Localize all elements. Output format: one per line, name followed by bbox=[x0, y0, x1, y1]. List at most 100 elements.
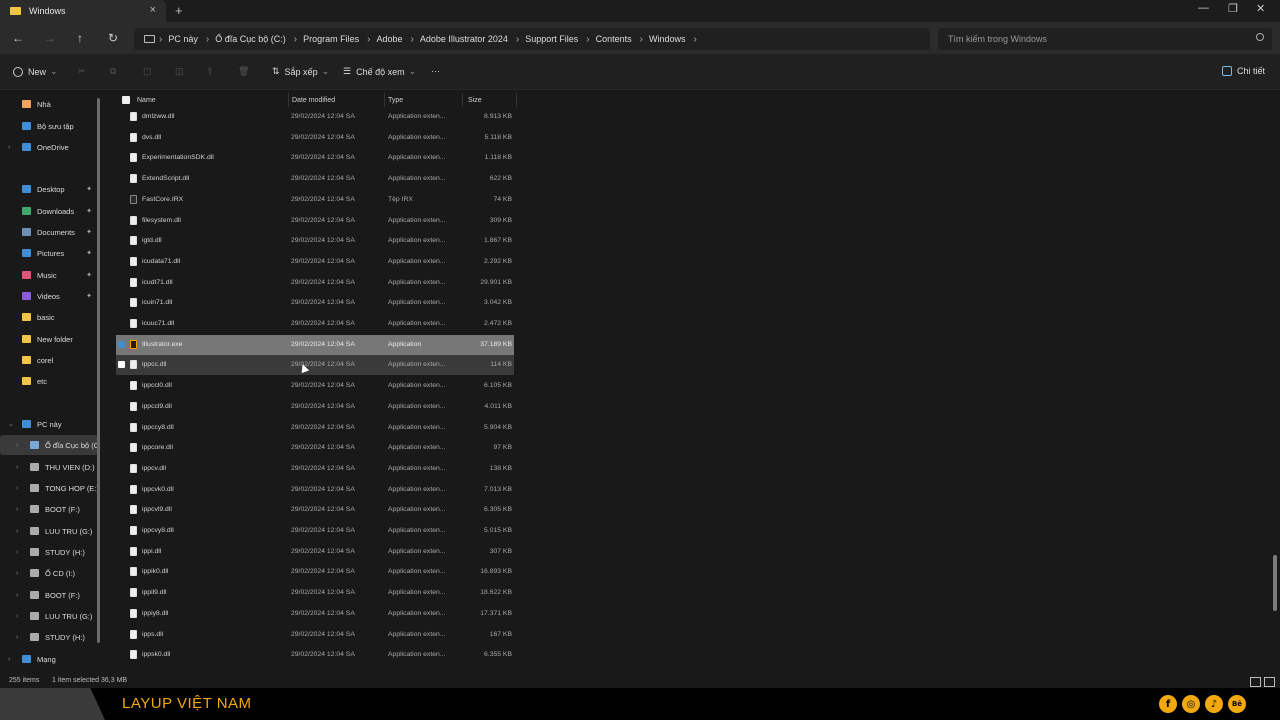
row-checkbox[interactable] bbox=[118, 361, 125, 369]
sidebar-item-etc[interactable]: etc bbox=[0, 371, 98, 391]
sidebar-item-desktop[interactable]: Desktop ✦ bbox=[0, 179, 98, 199]
table-row[interactable]: ippiy8.dll 29/02/2024 12:04 SA Application… bbox=[116, 604, 514, 624]
sidebar-item-boot-f-[interactable]: › BOOT (F:) bbox=[0, 499, 98, 519]
table-row[interactable]: ippccl0.dll 29/02/2024 12:04 SA Applicatio… bbox=[116, 376, 514, 396]
select-all-checkbox[interactable] bbox=[122, 93, 130, 107]
breadcrumb-item[interactable]: PC này bbox=[168, 34, 198, 44]
table-row[interactable]: icuin71.dll 29/02/2024 12:04 SA Applicatio… bbox=[116, 293, 514, 313]
table-row[interactable]: ippcore.dll 29/02/2024 12:04 SA Applicatio… bbox=[116, 438, 514, 458]
breadcrumb-item[interactable]: Ổ đĩa Cục bộ (C:) bbox=[215, 34, 286, 44]
table-row[interactable]: ExtendScript.dll 29/02/2024 12:04 SA Appli… bbox=[116, 169, 514, 189]
instagram-icon[interactable]: ◎ bbox=[1182, 695, 1200, 713]
chevron-right-icon[interactable]: › bbox=[16, 528, 18, 535]
close-button[interactable]: ✕ bbox=[1256, 2, 1265, 15]
breadcrumb[interactable]: › PC này › Ổ đĩa Cục bộ (C:) › Program Files ›… bbox=[134, 28, 930, 50]
sidebar-item-new-folder[interactable]: New folder bbox=[0, 329, 98, 349]
details-view-button[interactable] bbox=[1250, 677, 1261, 687]
table-row[interactable]: ippcvl9.dll 29/02/2024 12:04 SA Applicatio… bbox=[116, 500, 514, 520]
column-divider[interactable] bbox=[462, 93, 463, 107]
breadcrumb-separator-icon[interactable]: › bbox=[693, 34, 696, 45]
sidebar-item-corel[interactable]: corel bbox=[0, 350, 98, 370]
table-row[interactable]: ippcc.dll 29/02/2024 12:04 SA Application … bbox=[116, 355, 514, 376]
row-checkbox[interactable] bbox=[118, 340, 125, 348]
breadcrumb-separator-icon[interactable]: › bbox=[206, 34, 209, 45]
sidebar-item-thu-vien-d-[interactable]: › THU VIEN (D:) bbox=[0, 457, 98, 477]
breadcrumb-item[interactable]: Adobe Illustrator 2024 bbox=[420, 34, 508, 44]
table-row[interactable]: ippcvy8.dll 29/02/2024 12:04 SA Applicatio… bbox=[116, 521, 514, 541]
breadcrumb-item[interactable]: Contents bbox=[596, 34, 632, 44]
new-button[interactable]: New ⌄ bbox=[13, 66, 58, 77]
column-header-size[interactable]: Size bbox=[468, 93, 482, 107]
column-divider[interactable] bbox=[516, 93, 517, 107]
up-icon[interactable]: ↑ bbox=[77, 31, 83, 45]
chevron-right-icon[interactable]: › bbox=[16, 464, 18, 471]
back-icon[interactable]: ← bbox=[12, 31, 24, 45]
breadcrumb-separator-icon[interactable]: › bbox=[640, 34, 643, 45]
table-row[interactable]: ExperimentationSDK.dll 29/02/2024 12:04 S… bbox=[116, 148, 514, 168]
breadcrumb-separator-icon[interactable]: › bbox=[367, 34, 370, 45]
rename-icon[interactable]: ◫ bbox=[175, 66, 184, 77]
sidebar-item-videos[interactable]: Videos ✦ bbox=[0, 286, 98, 306]
table-row[interactable]: ippcvk0.dll 29/02/2024 12:04 SA Applicatio… bbox=[116, 480, 514, 500]
table-row[interactable]: icudt71.dll 29/02/2024 12:04 SA Applicatio… bbox=[116, 273, 514, 293]
sidebar-item-basic[interactable]: basic bbox=[0, 307, 98, 327]
table-row[interactable]: icuuc71.dll 29/02/2024 12:04 SA Applicatio… bbox=[116, 314, 514, 334]
view-button[interactable]: ☰ Chế độ xem ⌄ bbox=[343, 66, 416, 77]
breadcrumb-item[interactable]: Windows bbox=[649, 34, 686, 44]
sidebar-item-study-h-[interactable]: › STUDY (H:) bbox=[0, 627, 98, 647]
tiktok-icon[interactable]: ♪ bbox=[1205, 695, 1223, 713]
copy-icon[interactable]: ⧉ bbox=[110, 66, 116, 77]
refresh-icon[interactable]: ↻ bbox=[108, 31, 118, 45]
table-row[interactable]: ippcv.dll 29/02/2024 12:04 SA Application … bbox=[116, 459, 514, 479]
paste-icon[interactable]: ▢ bbox=[143, 66, 152, 77]
cut-icon[interactable]: ✂ bbox=[78, 66, 86, 77]
behance-icon[interactable]: Bē bbox=[1228, 695, 1246, 713]
chevron-right-icon[interactable]: › bbox=[16, 613, 18, 620]
chevron-right-icon[interactable]: › bbox=[16, 592, 18, 599]
table-row[interactable]: icudata71.dll 29/02/2024 12:04 SA Applicat… bbox=[116, 252, 514, 272]
forward-icon[interactable]: → bbox=[44, 31, 56, 45]
sidebar-item--a-c-c-b-c-[interactable]: › Ổ đĩa Cục bộ (C:) bbox=[0, 435, 98, 455]
share-icon[interactable]: ⇪ bbox=[206, 66, 214, 77]
sidebar-item-music[interactable]: Music ✦ bbox=[0, 265, 98, 285]
sidebar-item-pictures[interactable]: Pictures ✦ bbox=[0, 243, 98, 263]
breadcrumb-separator-icon[interactable]: › bbox=[586, 34, 589, 45]
column-header-name[interactable]: Name bbox=[137, 93, 156, 107]
search-input[interactable]: Tìm kiếm trong Windows bbox=[938, 28, 1272, 50]
tab-windows[interactable]: Windows × bbox=[0, 0, 166, 22]
chevron-down-icon[interactable]: ⌄ bbox=[8, 420, 14, 428]
sidebar-item-boot-f-[interactable]: › BOOT (F:) bbox=[0, 585, 98, 605]
sidebar-item-documents[interactable]: Documents ✦ bbox=[0, 222, 98, 242]
table-row[interactable]: ippil9.dll 29/02/2024 12:04 SA Application… bbox=[116, 583, 514, 603]
column-divider[interactable] bbox=[288, 93, 289, 107]
more-button[interactable]: ··· bbox=[431, 66, 440, 76]
table-row[interactable]: filesystem.dll 29/02/2024 12:04 SA Applica… bbox=[116, 211, 514, 231]
chevron-right-icon[interactable]: › bbox=[16, 570, 18, 577]
sidebar-item-study-h-[interactable]: › STUDY (H:) bbox=[0, 542, 98, 562]
sidebar-scrollbar[interactable] bbox=[97, 98, 100, 643]
table-row[interactable]: dmlzww.dll 29/02/2024 12:04 SA Application… bbox=[116, 107, 514, 127]
tab-close-icon[interactable]: × bbox=[150, 4, 156, 16]
column-header-date[interactable]: Date modified bbox=[292, 93, 335, 107]
column-header-type[interactable]: Type bbox=[388, 93, 403, 107]
chevron-right-icon[interactable]: › bbox=[16, 634, 18, 641]
facebook-icon[interactable]: f bbox=[1159, 695, 1177, 713]
table-row[interactable]: igtd.dll 29/02/2024 12:04 SA Application e… bbox=[116, 231, 514, 251]
sidebar-item-tong-hop-e-[interactable]: › TONG HOP (E:) bbox=[0, 478, 98, 498]
table-row[interactable]: ippik0.dll 29/02/2024 12:04 SA Application… bbox=[116, 562, 514, 582]
sidebar-item-b-s-u-t-p[interactable]: Bộ sưu tập bbox=[0, 116, 98, 136]
table-row[interactable]: FastCore.IRX 29/02/2024 12:04 SA Tệp IRX 74… bbox=[116, 190, 514, 210]
search-icon[interactable] bbox=[1256, 33, 1264, 41]
details-button[interactable]: Chi tiết bbox=[1222, 66, 1265, 76]
sidebar-item-luu-tru-g-[interactable]: › LUU TRU (G:) bbox=[0, 606, 98, 626]
chevron-right-icon[interactable]: › bbox=[16, 506, 18, 513]
column-divider[interactable] bbox=[384, 93, 385, 107]
breadcrumb-separator-icon[interactable]: › bbox=[294, 34, 297, 45]
table-row[interactable]: ippi.dll 29/02/2024 12:04 SA Application e… bbox=[116, 542, 514, 562]
sidebar-item-nh-[interactable]: Nhà bbox=[0, 94, 98, 114]
file-list-scrollbar[interactable] bbox=[1273, 555, 1277, 611]
breadcrumb-item[interactable]: Support Files bbox=[525, 34, 578, 44]
table-row[interactable]: ippccl9.dll 29/02/2024 12:04 SA Applicatio… bbox=[116, 397, 514, 417]
chevron-right-icon[interactable]: › bbox=[16, 442, 18, 449]
breadcrumb-item[interactable]: Adobe bbox=[376, 34, 402, 44]
